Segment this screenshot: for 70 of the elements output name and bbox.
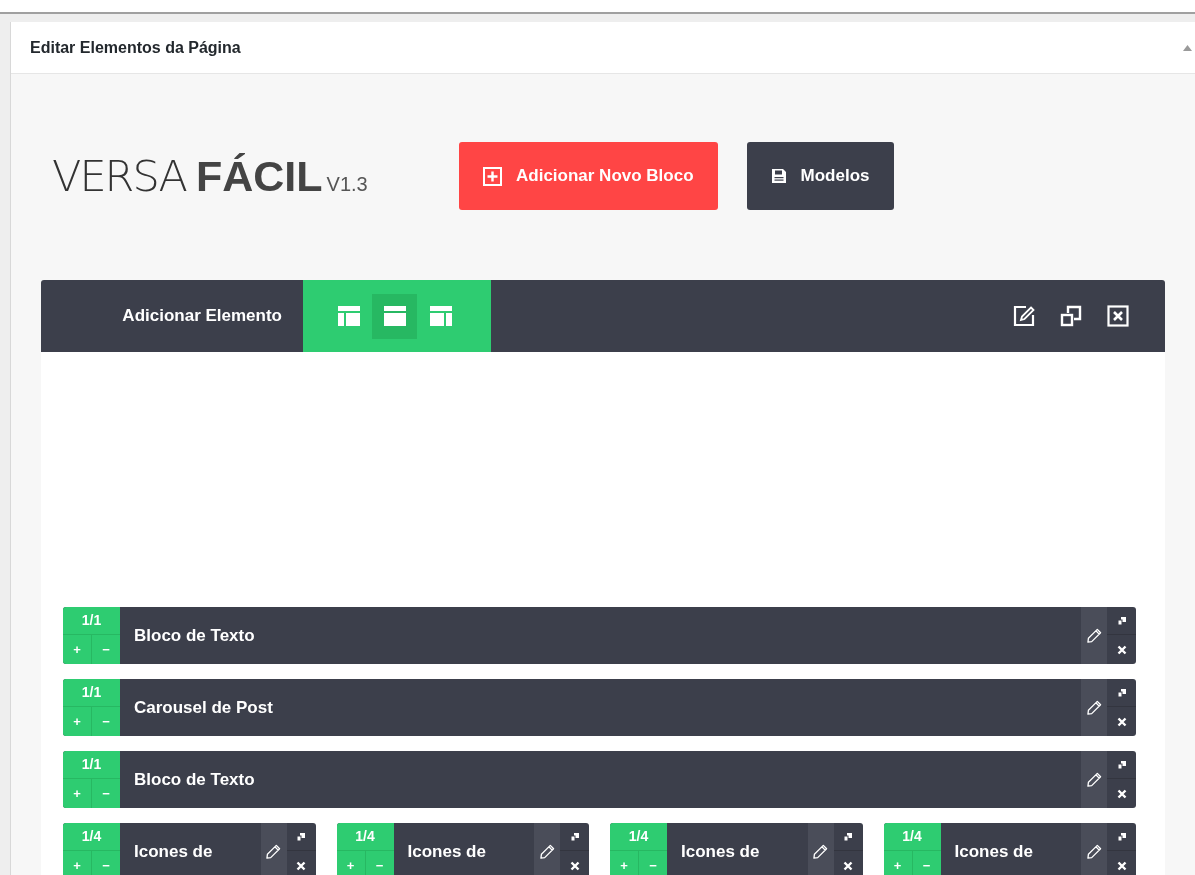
element-size: 1/1 — [63, 679, 120, 707]
close-icon — [1116, 644, 1127, 655]
increase-button[interactable]: + — [63, 851, 92, 875]
full-width-layout-icon — [383, 306, 406, 326]
element-size: 1/1 — [63, 751, 120, 779]
pencil-icon — [1086, 628, 1102, 643]
pencil-icon — [813, 844, 828, 859]
close-icon[interactable] — [1107, 305, 1129, 327]
element-size: 1/1 — [63, 607, 120, 635]
element-title: Icones de — [133, 840, 214, 863]
collapse-arrow-icon[interactable] — [1183, 44, 1192, 51]
decrease-button[interactable]: − — [92, 707, 120, 736]
plus-square-icon — [483, 166, 502, 186]
element-title: Bloco de Texto — [133, 624, 256, 647]
increase-button[interactable]: + — [63, 635, 92, 664]
add-element-label[interactable]: Adicionar Elemento — [41, 303, 303, 329]
expand-icon — [1117, 832, 1126, 841]
element-title: Icones de — [406, 840, 487, 863]
pencil-icon — [539, 844, 555, 859]
right-sidebar-layout-icon — [429, 306, 452, 326]
close-icon — [843, 860, 853, 871]
panel-title: Editar Elementos da Página — [30, 37, 241, 58]
edit-icon[interactable] — [1013, 305, 1035, 327]
element-size: 1/4 — [610, 823, 667, 851]
increase-button[interactable]: + — [63, 707, 92, 736]
element-title: Icones de — [680, 840, 761, 863]
decrease-button[interactable]: − — [912, 851, 941, 875]
element-size: 1/4 — [336, 823, 394, 851]
templates-button[interactable]: Modelos — [746, 142, 894, 210]
close-icon — [1116, 716, 1127, 727]
element-title: Icones de — [953, 840, 1034, 863]
edit-button[interactable] — [807, 823, 834, 875]
edit-button[interactable] — [1081, 607, 1107, 664]
edit-button[interactable] — [534, 823, 560, 875]
decrease-button[interactable]: − — [92, 779, 120, 808]
expand-icon — [1117, 760, 1126, 769]
increase-button[interactable]: + — [336, 851, 366, 875]
pencil-icon — [1086, 772, 1102, 787]
layout-option[interactable] — [372, 293, 417, 339]
close-icon — [1116, 788, 1127, 799]
pencil-icon — [266, 844, 281, 859]
expand-icon — [844, 832, 852, 841]
element-size: 1/4 — [883, 823, 941, 851]
element-size: 1/4 — [63, 823, 120, 851]
edit-button[interactable] — [1081, 751, 1107, 808]
decrease-button[interactable]: − — [365, 851, 394, 875]
decrease-button[interactable]: − — [92, 635, 120, 664]
duplicate-icon[interactable] — [1060, 305, 1082, 327]
left-sidebar-layout-icon — [337, 306, 360, 326]
expand-icon — [570, 832, 579, 841]
pencil-icon — [1086, 700, 1102, 715]
increase-button[interactable]: + — [610, 851, 639, 875]
pencil-icon — [1086, 844, 1102, 859]
close-icon — [569, 860, 580, 871]
increase-button[interactable]: + — [63, 779, 92, 808]
expand-icon — [297, 832, 305, 841]
add-block-button[interactable]: Adicionar Novo Bloco — [459, 142, 718, 210]
close-icon — [1116, 860, 1127, 871]
increase-button[interactable]: + — [883, 851, 913, 875]
expand-icon — [1117, 616, 1126, 625]
edit-button[interactable] — [260, 823, 287, 875]
element-title: Bloco de Texto — [133, 768, 256, 791]
close-icon — [296, 860, 306, 871]
logo: VERSA FÁCILV1.3 — [52, 154, 369, 198]
decrease-button[interactable]: − — [92, 851, 120, 875]
edit-button[interactable] — [1081, 679, 1107, 736]
expand-icon — [1117, 688, 1126, 697]
element-title: Carousel de Post — [133, 696, 274, 719]
edit-button[interactable] — [1081, 823, 1107, 875]
decrease-button[interactable]: − — [639, 851, 667, 875]
